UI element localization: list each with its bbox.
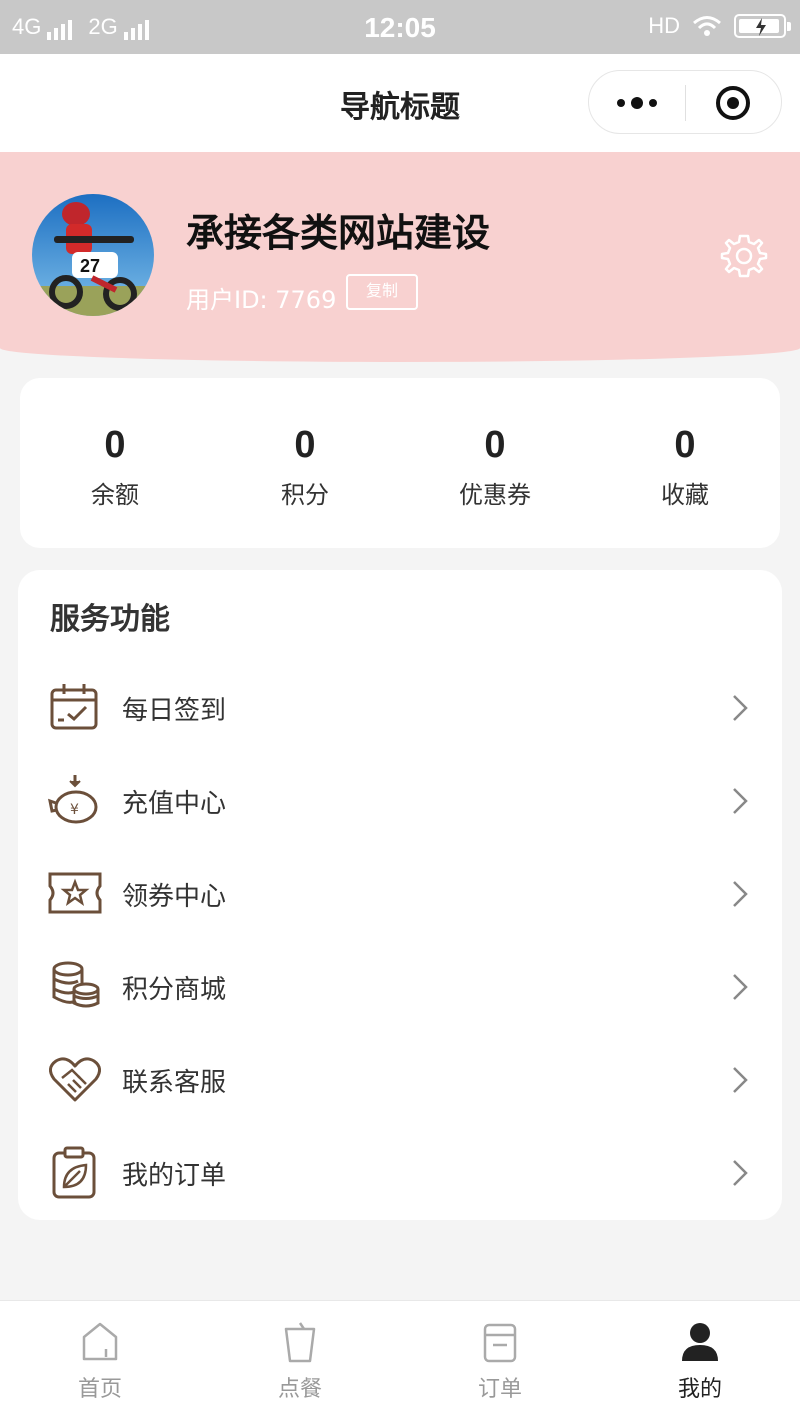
calendar-check-icon: [50, 684, 98, 730]
chevron-right-icon: [733, 1067, 748, 1093]
capsule-divider: [685, 85, 686, 121]
more-icon[interactable]: [615, 93, 659, 113]
chevron-right-icon: [733, 974, 748, 1000]
service-item-coupons[interactable]: 领券中心: [18, 846, 782, 939]
svg-text:¥: ¥: [70, 802, 79, 818]
stat-value: 0: [104, 424, 126, 466]
chevron-right-icon: [733, 1160, 748, 1186]
stat-label: 余额: [91, 481, 139, 509]
tab-bar: 首页 点餐 订单 我的: [0, 1300, 800, 1422]
service-item-daily-checkin[interactable]: 每日签到: [18, 660, 782, 753]
nav-bar: 导航标题: [0, 54, 800, 152]
services-list: 每日签到 ¥ 充值中心 领券中心 积分商城 联系客服 我的订单: [18, 660, 782, 1218]
settings-gear-icon[interactable]: [720, 232, 768, 280]
stat-coupons[interactable]: 0 优惠券: [400, 378, 590, 548]
tab-label: 订单: [477, 1377, 522, 1402]
service-label: 领券中心: [122, 882, 227, 912]
section-title: 服务功能: [50, 602, 170, 637]
user-icon: [682, 1323, 718, 1361]
user-name: 承接各类网站建设: [186, 211, 491, 255]
service-item-points-mall[interactable]: 积分商城: [18, 939, 782, 1032]
user-id: 用户ID: 7769: [186, 286, 337, 314]
cup-icon: [284, 1322, 316, 1363]
tab-label: 首页: [77, 1377, 122, 1402]
service-label: 每日签到: [122, 696, 227, 726]
wifi-icon: [693, 16, 721, 36]
service-label: 联系客服: [122, 1068, 227, 1098]
tab-home[interactable]: 首页: [0, 1301, 200, 1422]
service-item-recharge[interactable]: ¥ 充值中心: [18, 753, 782, 846]
chevron-right-icon: [733, 881, 748, 907]
stat-label: 优惠券: [459, 481, 531, 509]
services-card: 服务功能 每日签到 ¥ 充值中心 领券中心 积分商城 联系客服 我的订单: [18, 570, 782, 1220]
stat-balance[interactable]: 0 余额: [20, 378, 210, 548]
status-bar: 4G 2G 12:05 HD: [0, 0, 800, 54]
order-icon: [483, 1323, 517, 1363]
stat-label: 收藏: [661, 481, 709, 509]
tab-order-food[interactable]: 点餐: [200, 1301, 400, 1422]
profile-header: 27 承接各类网站建设 用户ID: 7769 复制: [0, 152, 800, 362]
close-target-icon[interactable]: [715, 85, 751, 121]
piggy-bank-icon: ¥: [48, 775, 98, 824]
service-item-my-orders[interactable]: 我的订单: [18, 1125, 782, 1218]
tab-profile[interactable]: 我的: [600, 1301, 800, 1422]
clipboard-leaf-icon: [52, 1146, 96, 1199]
service-label: 充值中心: [122, 789, 227, 819]
heart-handshake-icon: [49, 1057, 101, 1102]
copy-button[interactable]: 复制: [346, 274, 418, 310]
tab-label: 点餐: [277, 1377, 322, 1402]
stats-card: 0 余额 0 积分 0 优惠券 0 收藏: [20, 378, 780, 548]
chevron-right-icon: [733, 695, 748, 721]
service-item-customer-service[interactable]: 联系客服: [18, 1032, 782, 1125]
coupon-star-icon: [48, 872, 102, 914]
chevron-right-icon: [733, 788, 748, 814]
stat-value: 0: [484, 424, 506, 466]
mini-program-capsule: [588, 70, 782, 134]
status-right: HD: [648, 13, 791, 39]
stat-value: 0: [294, 424, 316, 466]
stat-favorites[interactable]: 0 收藏: [590, 378, 780, 548]
home-icon: [82, 1322, 118, 1361]
battery-icon: [734, 14, 791, 38]
tab-label: 我的: [677, 1377, 722, 1402]
service-label: 我的订单: [122, 1161, 227, 1191]
stat-points[interactable]: 0 积分: [210, 378, 400, 548]
avatar[interactable]: 27: [32, 194, 154, 316]
tab-orders[interactable]: 订单: [400, 1301, 600, 1422]
stat-value: 0: [674, 424, 696, 466]
hd-label: HD: [648, 13, 680, 38]
service-label: 积分商城: [122, 975, 227, 1005]
coins-stack-icon: [52, 961, 100, 1008]
svg-text:27: 27: [80, 256, 100, 276]
stat-label: 积分: [281, 481, 329, 509]
